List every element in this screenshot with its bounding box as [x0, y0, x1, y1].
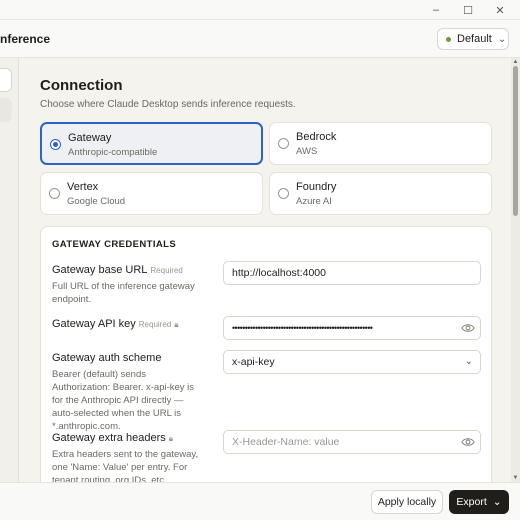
field-label-text: Gateway auth scheme [52, 352, 162, 364]
eye-icon[interactable] [461, 321, 475, 335]
option-sublabel: Azure AI [296, 196, 332, 207]
auth-scheme-select[interactable]: x-api-key ⌄ [223, 350, 481, 374]
base-url-description: Full URL of the inference gateway endpoi… [52, 281, 195, 305]
radio-button[interactable] [278, 138, 289, 149]
lock-icon: 🔒︎ [174, 320, 179, 329]
apply-locally-button[interactable]: Apply locally [371, 490, 443, 514]
base-url-input[interactable]: http://localhost:4000 [223, 261, 481, 285]
section-title: Connection [40, 77, 123, 94]
profile-dropdown[interactable]: Default ⌄ [437, 28, 509, 50]
option-label: Bedrock [296, 131, 337, 143]
api-key-masked-value: ••••••••••••••••••••••••••••••••••••••••… [232, 323, 373, 333]
required-badge: Required [138, 320, 172, 329]
export-label: Export [456, 496, 487, 508]
api-key-label: Gateway API key Required 🔒︎ [52, 318, 179, 330]
option-label: Gateway [68, 132, 112, 144]
export-button[interactable]: Export ⌄ [449, 490, 509, 514]
base-url-value: http://localhost:4000 [232, 267, 326, 279]
minimize-icon[interactable]: – [428, 2, 444, 18]
app-header: nference Default ⌄ [0, 20, 520, 58]
scrollbar-thumb[interactable] [513, 66, 518, 216]
option-sublabel: Anthropic-compatible [68, 147, 158, 158]
footer-bar: Apply locally Export ⌄ [0, 482, 520, 520]
auth-scheme-value: x-api-key [232, 356, 275, 368]
status-dot [446, 36, 451, 42]
required-badge: Required [150, 266, 183, 275]
page-title: nference [0, 32, 51, 46]
maximize-icon[interactable]: ☐ [460, 2, 476, 18]
provider-option-gateway[interactable]: Gateway Anthropic-compatible [40, 122, 263, 165]
gateway-credentials-panel: GATEWAY CREDENTIALS Gateway base URL Requ… [40, 226, 492, 482]
extra-headers-label: Gateway extra headers 🔒︎ [52, 432, 173, 444]
option-sublabel: AWS [296, 146, 318, 157]
base-url-label: Gateway base URL Required [52, 264, 183, 276]
scroll-down-icon[interactable]: ▼ [511, 475, 520, 481]
vertical-scrollbar[interactable]: ▲ ▼ [511, 58, 520, 482]
credentials-heading: GATEWAY CREDENTIALS [52, 239, 177, 250]
provider-option-vertex[interactable]: Vertex Google Cloud [40, 172, 263, 215]
extra-headers-input[interactable]: X-Header-Name: value [223, 430, 481, 454]
field-label-text: Gateway base URL [52, 264, 148, 276]
api-key-input[interactable]: ••••••••••••••••••••••••••••••••••••••••… [223, 316, 481, 340]
chevron-down-icon: ⌄ [464, 356, 473, 367]
extra-headers-placeholder: X-Header-Name: value [232, 436, 340, 448]
option-label: Foundry [296, 181, 337, 193]
section-subtitle: Choose where Claude Desktop sends infere… [40, 99, 296, 110]
provider-option-foundry[interactable]: Foundry Azure AI [269, 172, 492, 215]
sidebar-item[interactable] [0, 68, 12, 92]
option-label: Vertex [67, 181, 99, 193]
radio-button[interactable] [49, 188, 60, 199]
auth-scheme-label: Gateway auth scheme [52, 352, 161, 364]
main-content: Connection Choose where Claude Desktop s… [19, 58, 511, 482]
profile-label: Default [457, 33, 492, 45]
radio-button[interactable] [50, 139, 61, 150]
radio-button[interactable] [278, 188, 289, 199]
close-icon[interactable]: ✕ [492, 2, 508, 18]
extra-headers-description: Extra headers sent to the gateway, one '… [52, 449, 199, 482]
option-sublabel: Google Cloud [67, 196, 126, 207]
auth-scheme-description: Bearer (default) sends Authorization: Be… [52, 369, 195, 432]
scroll-up-icon[interactable]: ▲ [511, 59, 520, 65]
window-titlebar: – ☐ ✕ [0, 0, 520, 20]
chevron-down-icon: ⌄ [497, 33, 507, 45]
field-label-text: Gateway API key [52, 318, 136, 330]
chevron-down-icon: ⌄ [492, 496, 502, 508]
sidebar [0, 58, 19, 482]
sidebar-item-active[interactable] [0, 98, 12, 122]
field-label-text: Gateway extra headers [52, 432, 166, 444]
provider-option-bedrock[interactable]: Bedrock AWS [269, 122, 492, 165]
eye-icon[interactable] [461, 435, 475, 449]
lock-icon: 🔒︎ [168, 434, 173, 443]
